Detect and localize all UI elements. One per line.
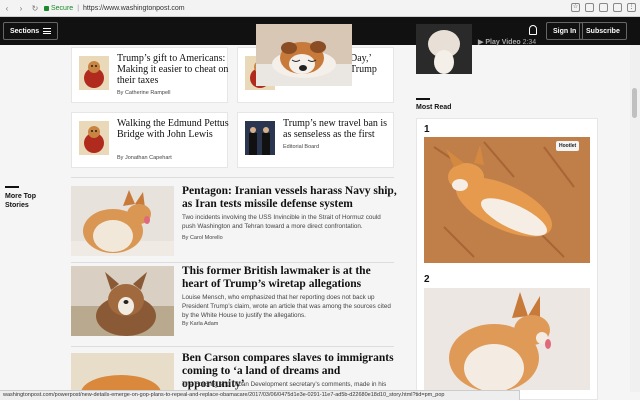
people-thumbnail	[245, 121, 275, 155]
url-separator: |	[77, 4, 80, 12]
most-read-image[interactable]	[424, 288, 590, 390]
story-headline[interactable]: This former British lawmaker is at the h…	[182, 265, 397, 291]
dog-thumbnail	[79, 121, 109, 155]
more-top-stories-text: More Top Stories	[5, 193, 36, 209]
most-read-image[interactable]	[424, 137, 590, 263]
secure-label: Secure	[51, 4, 74, 12]
secure-indicator[interactable]: Secure	[44, 5, 73, 12]
section-rule	[5, 186, 19, 188]
story-byline: By Carol Morello	[182, 235, 223, 241]
most-read-label: Most Read	[416, 98, 451, 111]
story-item[interactable]: Pentagon: Iranian vessels harass Navy sh…	[71, 177, 397, 259]
card-headline-fragment: Trump	[350, 64, 377, 75]
floating-dog-image[interactable]	[256, 24, 352, 86]
story-summary: Louise Mensch, who emphasized that her r…	[182, 294, 391, 319]
opinion-card[interactable]: Trump’s new travel ban is as senseless a…	[237, 112, 394, 168]
card-headline[interactable]: Trump’s new travel ban is as senseless a…	[283, 118, 395, 140]
extension-icon[interactable]	[599, 3, 608, 12]
most-read-number: 2	[424, 274, 430, 285]
play-icon: ▶	[478, 39, 484, 46]
more-top-stories-label: More Top Stories	[5, 186, 45, 210]
story-item[interactable]: Ben Carson compares slaves to immigrants…	[71, 346, 394, 397]
card-headline[interactable]: Trump’s gift to Americans: Making it eas…	[117, 53, 229, 86]
extension-icon[interactable]	[613, 3, 622, 12]
sections-label: Sections	[10, 27, 40, 35]
sections-button[interactable]: Sections	[3, 22, 59, 40]
story-summary: The Housing and Urban Development secret…	[182, 381, 387, 388]
subscribe-button[interactable]: Subscribe	[579, 22, 627, 40]
story-item[interactable]: This former British lawmaker is at the h…	[71, 262, 394, 344]
card-headline[interactable]: Walking the Edmund Pettus Bridge with Jo…	[117, 118, 229, 140]
card-byline: By Catherine Rampell	[117, 90, 171, 96]
story-byline: By Karla Adam	[182, 321, 219, 327]
status-bar-url: washingtonpost.com/powerpost/new-details…	[0, 390, 520, 400]
story-headline[interactable]: Pentagon: Iranian vessels harass Navy sh…	[182, 185, 397, 211]
video-duration: 2:34	[522, 39, 537, 46]
opinion-card[interactable]: Trump’s gift to Americans: Making it eas…	[71, 47, 228, 103]
play-video-label: Play Video	[485, 39, 521, 46]
address-bar[interactable]: https://www.washingtonpost.com	[83, 5, 185, 12]
reload-icon[interactable]: ↻	[28, 4, 42, 13]
dog-thumbnail	[79, 56, 109, 90]
story-summary: Two incidents involving the USS Invincib…	[182, 214, 381, 230]
opinion-card[interactable]: Walking the Edmund Pettus Bridge with Jo…	[71, 112, 229, 168]
most-read-number: 1	[424, 124, 430, 135]
play-video-link[interactable]: ▶ Play Video 2:34	[478, 38, 536, 46]
browser-tools: ☆ ⋮	[571, 3, 636, 12]
card-byline: Editorial Board	[283, 144, 320, 150]
hootlet-button[interactable]: Hootlet	[556, 141, 580, 151]
star-icon[interactable]: ☆	[571, 3, 580, 12]
story-image[interactable]	[71, 186, 174, 256]
bell-icon[interactable]	[529, 25, 537, 35]
cast-icon[interactable]	[585, 3, 594, 12]
forward-icon[interactable]: ›	[14, 4, 28, 13]
most-read-text: Most Read	[416, 104, 452, 111]
section-rule	[416, 98, 430, 100]
card-byline: By Jonathan Capehart	[117, 155, 172, 161]
scrollbar-thumb[interactable]	[632, 88, 637, 118]
browser-toolbar: ‹ › ↻ Secure | https://www.washingtonpos…	[0, 0, 640, 17]
card-headline-fragment: Day,’	[350, 53, 372, 64]
story-image[interactable]	[71, 266, 174, 336]
back-icon[interactable]: ‹	[0, 4, 14, 13]
hamburger-icon	[43, 28, 52, 34]
sign-in-button[interactable]: Sign In	[546, 22, 584, 40]
menu-icon[interactable]: ⋮	[627, 3, 636, 12]
video-thumbnail[interactable]	[416, 24, 472, 74]
card-headline[interactable]: Day,’ Trump	[350, 53, 390, 75]
lock-icon	[44, 5, 49, 11]
